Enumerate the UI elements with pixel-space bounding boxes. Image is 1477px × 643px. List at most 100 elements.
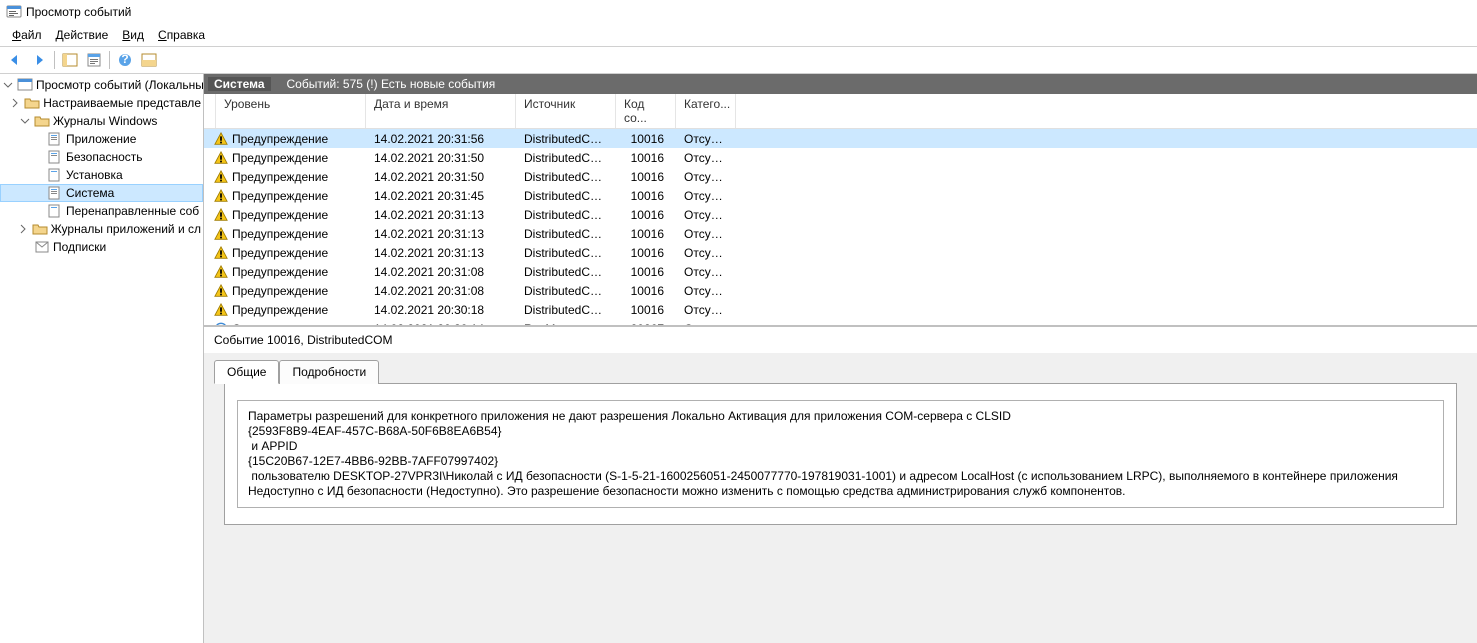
warning-icon: [214, 189, 228, 203]
toolbar: ?: [0, 47, 1477, 74]
tree-log-application[interactable]: Приложение: [0, 130, 203, 148]
content-area: Система Событий: 575 (!) Есть новые собы…: [204, 74, 1477, 643]
cell-code: 10016: [616, 170, 676, 184]
cell-level: Предупреждение: [232, 303, 328, 317]
cell-source: DistributedCO...: [516, 151, 616, 165]
title-bar: Просмотр событий: [0, 0, 1477, 24]
cell-category: Отсутс...: [676, 151, 736, 165]
table-row[interactable]: Предупреждение14.02.2021 20:31:13Distrib…: [204, 205, 1477, 224]
properties-button[interactable]: [83, 49, 105, 71]
tree-log-system[interactable]: Система: [0, 184, 203, 202]
table-row[interactable]: Сведения14.02.2021 20:30:14RasMan20267От…: [204, 319, 1477, 326]
menu-file[interactable]: Файл: [6, 26, 48, 44]
tree-windows-logs[interactable]: Журналы Windows: [0, 112, 203, 130]
cell-source: DistributedCO...: [516, 170, 616, 184]
back-button[interactable]: [4, 49, 26, 71]
warning-icon: [214, 151, 228, 165]
cell-level: Сведения: [232, 322, 287, 327]
menu-view[interactable]: Вид: [116, 26, 150, 44]
cell-code: 10016: [616, 227, 676, 241]
tree-subscriptions[interactable]: Подписки: [0, 238, 203, 256]
cell-source: DistributedCO...: [516, 265, 616, 279]
cell-date: 14.02.2021 20:31:56: [366, 132, 516, 146]
show-tree-button[interactable]: [59, 49, 81, 71]
warning-icon: [214, 246, 228, 260]
eventviewer-icon: [17, 77, 33, 93]
tree-root[interactable]: Просмотр событий (Локальны: [0, 76, 203, 94]
app-icon: [6, 4, 22, 20]
table-row[interactable]: Предупреждение 14.02.2021 20:31:50Distrib…: [204, 167, 1477, 186]
warning-icon: [214, 132, 228, 146]
cell-category: Отсутс...: [676, 284, 736, 298]
forward-button[interactable]: [28, 49, 50, 71]
table-row[interactable]: Предупреждение14.02.2021 20:31:45Distrib…: [204, 186, 1477, 205]
col-category[interactable]: Катего...: [676, 94, 736, 128]
column-headers: Уровень Дата и время Источник Код со... …: [204, 94, 1477, 129]
cell-date: 14.02.2021 20:31:13: [366, 246, 516, 260]
expand-icon[interactable]: [9, 97, 21, 109]
table-row[interactable]: Предупреждение14.02.2021 20:31:13Distrib…: [204, 243, 1477, 262]
cell-source: DistributedCO...: [516, 284, 616, 298]
table-row[interactable]: Предупреждение14.02.2021 20:31:50Distrib…: [204, 148, 1477, 167]
tree-log-setup[interactable]: Установка: [0, 166, 203, 184]
cell-category: Отсутс...: [676, 189, 736, 203]
col-date[interactable]: Дата и время: [366, 94, 516, 128]
help-button[interactable]: ?: [114, 49, 136, 71]
cell-category: Отсутс...: [676, 265, 736, 279]
preview-button[interactable]: [138, 49, 160, 71]
table-row[interactable]: Предупреждение14.02.2021 20:31:56Distrib…: [204, 129, 1477, 148]
collapse-icon[interactable]: [19, 115, 31, 127]
folder-icon: [24, 95, 40, 111]
info-icon: [214, 322, 228, 327]
svg-text:?: ?: [121, 52, 128, 66]
cell-source: RasMan: [516, 322, 616, 327]
table-row[interactable]: Предупреждение14.02.2021 20:30:18Distrib…: [204, 300, 1477, 319]
event-list[interactable]: Уровень Дата и время Источник Код со... …: [204, 94, 1477, 326]
table-row[interactable]: Предупреждение14.02.2021 20:31:13Distrib…: [204, 224, 1477, 243]
tab-general[interactable]: Общие: [214, 360, 279, 384]
main-area: Просмотр событий (Локальны Настраиваемые…: [0, 74, 1477, 643]
window-title: Просмотр событий: [26, 5, 131, 19]
cell-level: Предупреждение: [232, 170, 328, 184]
cell-code: 10016: [616, 189, 676, 203]
cell-level: Предупреждение: [232, 265, 328, 279]
folder-icon: [32, 221, 48, 237]
tree-app-service-logs[interactable]: Журналы приложений и сл: [0, 220, 203, 238]
cell-date: 14.02.2021 20:30:18: [366, 303, 516, 317]
folder-icon: [34, 113, 50, 129]
event-rows[interactable]: Предупреждение14.02.2021 20:31:56Distrib…: [204, 129, 1477, 326]
details-body: Параметры разрешений для конкретного при…: [224, 383, 1457, 525]
col-level[interactable]: Уровень: [216, 94, 366, 128]
cell-code: 10016: [616, 132, 676, 146]
log-header: Система Событий: 575 (!) Есть новые собы…: [204, 74, 1477, 94]
cell-category: Отсутс...: [676, 246, 736, 260]
warning-icon: [214, 208, 228, 222]
col-source[interactable]: Источник: [516, 94, 616, 128]
cell-date: 14.02.2021 20:31:08: [366, 284, 516, 298]
col-code[interactable]: Код со...: [616, 94, 676, 128]
log-icon: [47, 167, 63, 183]
tree-custom-views[interactable]: Настраиваемые представле: [0, 94, 203, 112]
warning-icon: [214, 265, 228, 279]
tree-log-forwarded[interactable]: Перенаправленные соб: [0, 202, 203, 220]
table-row[interactable]: Предупреждение14.02.2021 20:31:08Distrib…: [204, 281, 1477, 300]
table-row[interactable]: Предупреждение14.02.2021 20:31:08Distrib…: [204, 262, 1477, 281]
menu-help[interactable]: Справка: [152, 26, 211, 44]
cell-date: 14.02.2021 20:31:45: [366, 189, 516, 203]
tree-label: Система: [66, 185, 114, 201]
cell-source: DistributedCO...: [516, 246, 616, 260]
cell-category: Отсутс...: [676, 322, 736, 327]
tree-log-security[interactable]: Безопасность: [0, 148, 203, 166]
menu-action[interactable]: Действие: [50, 26, 115, 44]
cell-source: DistributedCO...: [516, 227, 616, 241]
collapse-icon[interactable]: [2, 79, 14, 91]
tab-details[interactable]: Подробности: [279, 360, 379, 384]
cell-date: 14.02.2021 20:31:50: [366, 170, 516, 184]
cell-category: Отсутс...: [676, 170, 736, 184]
expand-icon[interactable]: [17, 223, 29, 235]
tree-label: Установка: [66, 167, 123, 183]
tree-panel[interactable]: Просмотр событий (Локальны Настраиваемые…: [0, 74, 204, 643]
tree-label: Просмотр событий (Локальны: [36, 77, 204, 93]
tree-label: Подписки: [53, 239, 106, 255]
cell-code: 10016: [616, 151, 676, 165]
